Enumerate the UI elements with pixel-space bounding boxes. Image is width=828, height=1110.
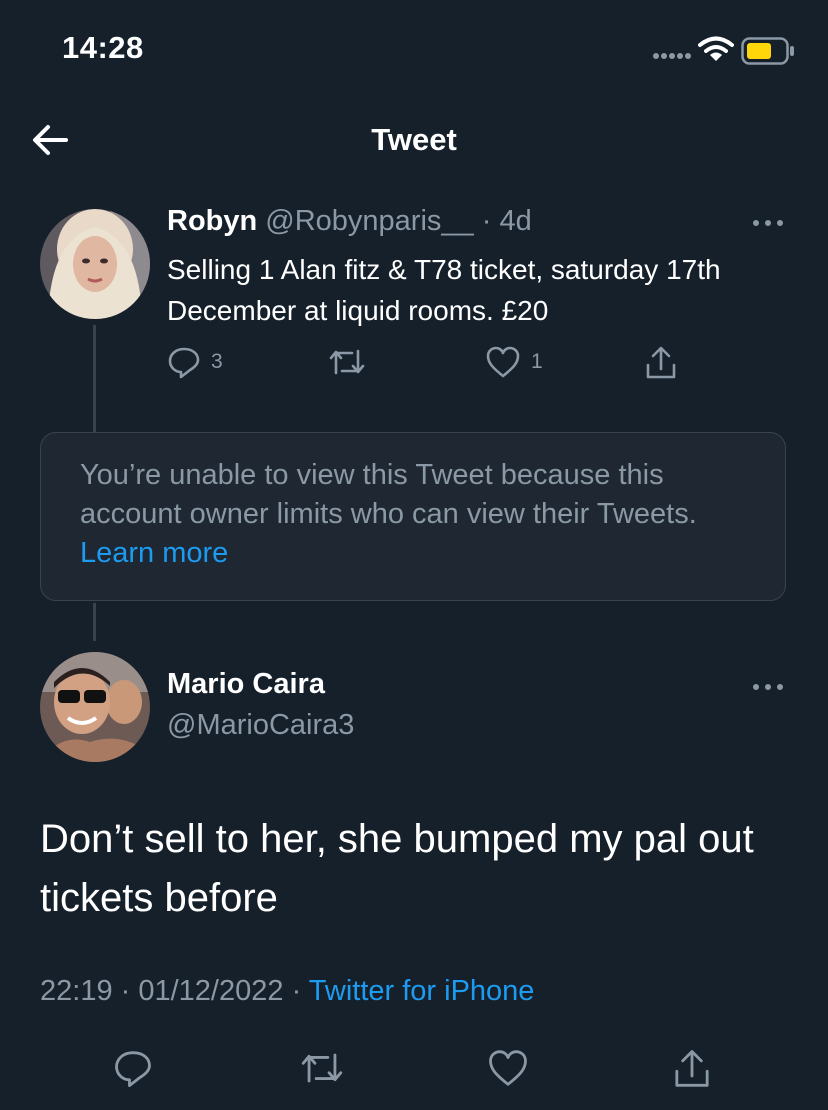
page-title: Tweet: [371, 122, 457, 157]
like-icon: [486, 346, 520, 378]
learn-more-link[interactable]: Learn more: [80, 537, 228, 569]
restricted-notice-text: You’re unable to view this Tweet because…: [80, 456, 760, 573]
separator: ·: [473, 205, 500, 237]
author-handle[interactable]: @Robynparis__: [265, 205, 473, 237]
share-icon: [675, 1050, 709, 1087]
signal-icon: [653, 53, 691, 59]
battery-icon: [741, 37, 794, 65]
like-icon: [489, 1050, 527, 1086]
avatar[interactable]: [40, 652, 150, 762]
author-handle[interactable]: @MarioCaira3: [167, 709, 354, 742]
tweet-time: 22:19: [40, 975, 113, 1007]
share-icon: [646, 346, 676, 379]
tweet-meta: 22:19 · 01/12/2022 · Twitter for iPhone: [40, 975, 534, 1008]
status-time: 14:28: [62, 30, 144, 65]
reply-count: 3: [211, 350, 223, 373]
retweet-icon: [301, 1053, 343, 1083]
tweet-text: Selling 1 Alan fitz & T78 ticket, saturd…: [167, 254, 721, 326]
tweet-text: Don’t sell to her, she bumped my pal out…: [40, 817, 754, 920]
source-link[interactable]: Twitter for iPhone: [309, 975, 535, 1007]
tweet-date: 01/12/2022: [138, 975, 284, 1007]
wifi-icon: [698, 36, 734, 61]
restricted-message: You’re unable to view this Tweet because…: [80, 459, 697, 530]
reply-button[interactable]: [112, 1048, 154, 1088]
like-count: 1: [531, 350, 543, 373]
retweet-button[interactable]: [328, 345, 366, 379]
author-name[interactable]: Robyn: [167, 205, 257, 237]
retweet-button[interactable]: [299, 1048, 345, 1088]
more-icon[interactable]: [748, 681, 788, 693]
share-button[interactable]: [644, 345, 678, 381]
separator: ·: [112, 975, 139, 1007]
like-button[interactable]: [487, 1048, 529, 1088]
thread-line: [93, 603, 96, 641]
tweet-age: 4d: [499, 205, 532, 237]
reply-icon: [115, 1051, 151, 1088]
reply-icon: [168, 347, 200, 379]
retweet-icon: [329, 349, 365, 375]
tweet-header: Robyn @Robynparis__ · 4d: [167, 205, 532, 238]
like-button[interactable]: 1: [485, 345, 543, 379]
thread-line: [93, 325, 96, 433]
share-button[interactable]: [672, 1048, 712, 1090]
avatar[interactable]: [40, 209, 150, 319]
more-icon[interactable]: [748, 217, 788, 229]
author-name[interactable]: Mario Caira: [167, 668, 325, 701]
separator: ·: [283, 975, 309, 1007]
reply-button[interactable]: 3: [167, 345, 223, 379]
restricted-tweet-notice: You’re unable to view this Tweet because…: [40, 432, 786, 601]
